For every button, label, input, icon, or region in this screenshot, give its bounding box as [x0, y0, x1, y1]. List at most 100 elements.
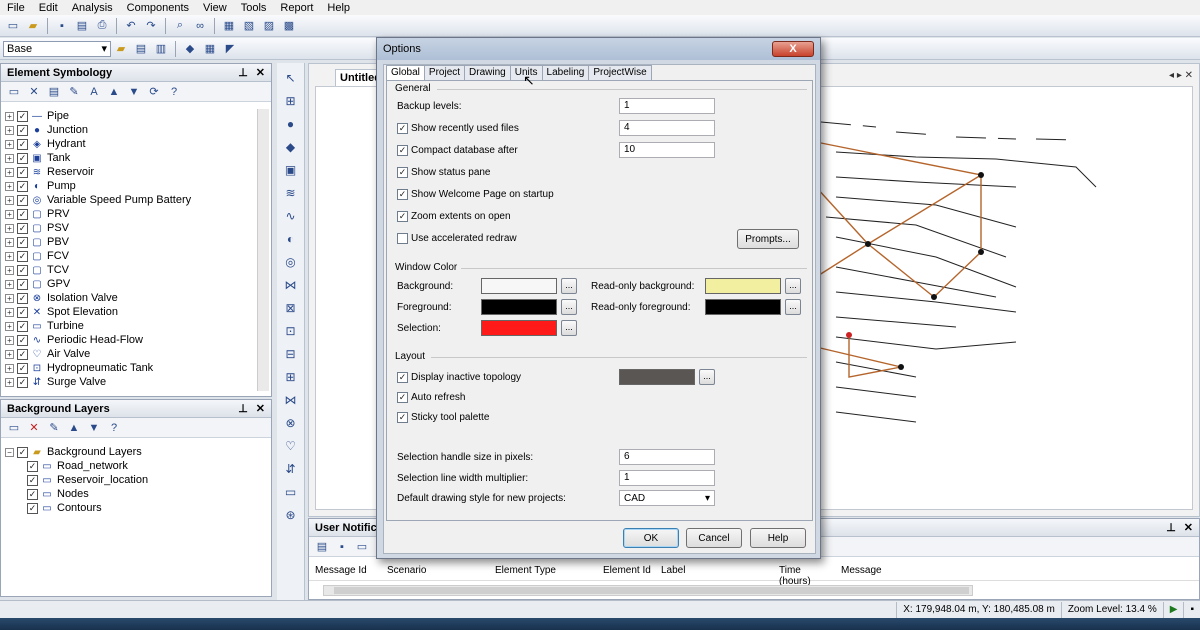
redo-icon[interactable]: ↷	[143, 18, 159, 34]
checkbox[interactable]: ✓	[27, 502, 38, 514]
expand-icon[interactable]: +	[5, 181, 14, 191]
open-folder-icon[interactable]: ▰	[25, 18, 41, 34]
prompts-button[interactable]: Prompts...	[737, 229, 799, 249]
checkbox[interactable]: ✓	[17, 138, 28, 150]
checkbox[interactable]: ✓	[17, 222, 28, 234]
element-icon[interactable]: ◆	[182, 41, 198, 57]
layers-root[interactable]: − ✓ ▰ Background Layers	[5, 445, 265, 459]
checkbox[interactable]: ✓	[17, 166, 28, 178]
expand-icon[interactable]: +	[5, 153, 14, 163]
checkbox[interactable]: ✓	[17, 194, 28, 206]
new-icon[interactable]: ▭	[6, 84, 22, 100]
checkbox[interactable]: ✓	[17, 208, 28, 220]
expand-icon[interactable]: +	[5, 167, 14, 177]
prv-tool-icon[interactable]: ⊠	[285, 301, 295, 315]
surge-tool-icon[interactable]: ⇵	[285, 462, 295, 476]
layer-item[interactable]: ✓ ▭ Nodes	[5, 487, 265, 501]
menu-edit[interactable]: Edit	[32, 2, 65, 14]
folder-icon[interactable]: ▰	[113, 41, 129, 57]
checkbox[interactable]: ✓	[17, 446, 28, 458]
background-color-picker-button[interactable]: ...	[561, 278, 577, 294]
checkbox-box[interactable]: ✓	[397, 123, 408, 134]
menu-analysis[interactable]: Analysis	[65, 2, 120, 14]
scrollbar-thumb[interactable]	[334, 587, 969, 594]
expand-icon[interactable]: +	[5, 251, 14, 261]
vspb-tool-icon[interactable]: ◎	[285, 255, 295, 269]
checkbox[interactable]: ✓	[17, 110, 28, 122]
symbology-item[interactable]: + ✓ ◈ Hydrant	[5, 137, 257, 151]
layout-tool-icon[interactable]: ⊞	[285, 94, 295, 108]
background-color-swatch[interactable]	[481, 278, 557, 294]
ro-background-picker-button[interactable]: ...	[785, 278, 801, 294]
compact-database-field[interactable]: 10	[619, 142, 715, 158]
ro-background-swatch[interactable]	[705, 278, 781, 294]
close-icon[interactable]: ✕	[1184, 521, 1193, 534]
graph-icon[interactable]: ◤	[222, 41, 238, 57]
symbology-item[interactable]: + ✓ ▢ PBV	[5, 235, 257, 249]
menu-tools[interactable]: Tools	[234, 2, 274, 14]
checkbox[interactable]: ✓	[17, 348, 28, 360]
column-header[interactable]: Element Id	[597, 565, 655, 580]
line-width-field[interactable]: 1	[619, 470, 715, 486]
symbology-item[interactable]: + ✓ ◐ Pump	[5, 179, 257, 193]
expand-icon[interactable]: +	[5, 349, 14, 359]
pin-icon[interactable]: ⊥	[238, 66, 248, 79]
inactive-topology-color-swatch[interactable]	[619, 369, 695, 385]
checkbox-box[interactable]: ✓	[397, 167, 408, 178]
checkbox-box[interactable]: ✓	[397, 145, 408, 156]
move-down-icon[interactable]: ▼	[126, 84, 142, 100]
page-setup-icon[interactable]: ▤	[74, 18, 90, 34]
ro-foreground-swatch[interactable]	[705, 299, 781, 315]
ro-foreground-picker-button[interactable]: ...	[785, 299, 801, 315]
reservoir-tool-icon[interactable]: ≋	[285, 186, 295, 200]
move-down-icon[interactable]: ▼	[86, 420, 102, 436]
expand-icon[interactable]: +	[5, 307, 14, 317]
help-icon[interactable]: ?	[166, 84, 182, 100]
checkbox[interactable]: ✓	[17, 292, 28, 304]
checkbox[interactable]: ✓	[27, 460, 38, 472]
expand-icon[interactable]: +	[5, 335, 14, 345]
symbology-item[interactable]: + ✓ ∿ Periodic Head-Flow	[5, 333, 257, 347]
expand-icon[interactable]: +	[5, 111, 14, 121]
expand-icon[interactable]: +	[5, 209, 14, 219]
help-button[interactable]: Help	[750, 528, 806, 548]
handle-size-field[interactable]: 6	[619, 449, 715, 465]
checkbox-box[interactable]: ✓	[397, 412, 408, 423]
menu-report[interactable]: Report	[273, 2, 320, 14]
move-up-icon[interactable]: ▲	[66, 420, 82, 436]
dialog-close-button[interactable]: X	[772, 41, 814, 57]
zoom-extents-checkbox[interactable]: ✓ Zoom extents on open	[397, 211, 511, 222]
column-header[interactable]: Message Id	[309, 565, 381, 580]
new-file-icon[interactable]: ▭	[5, 18, 21, 34]
symbology-item[interactable]: + ✓ ▢ FCV	[5, 249, 257, 263]
save-icon[interactable]: ▪	[334, 539, 350, 555]
checkbox[interactable]: ✓	[17, 334, 28, 346]
notifications-scrollbar[interactable]	[323, 585, 973, 596]
checkbox-box[interactable]: ✓	[397, 392, 408, 403]
menu-help[interactable]: Help	[320, 2, 357, 14]
print-icon[interactable]: ⎙	[94, 18, 110, 34]
accelerated-redraw-checkbox[interactable]: Use accelerated redraw	[397, 233, 517, 244]
checkbox[interactable]: ✓	[17, 278, 28, 290]
foreground-color-picker-button[interactable]: ...	[561, 299, 577, 315]
tcv-tool-icon[interactable]: ⊞	[285, 370, 295, 384]
layer-item[interactable]: ✓ ▭ Reservoir_location	[5, 473, 265, 487]
recent-files-checkbox[interactable]: ✓ Show recently used files	[397, 123, 519, 134]
symbology-item[interactable]: + ✓ ▢ PRV	[5, 207, 257, 221]
spot-elevation-tool-icon[interactable]: ⊛	[285, 508, 295, 522]
symbology-scrollbar[interactable]	[257, 109, 269, 391]
selection-color-picker-button[interactable]: ...	[561, 320, 577, 336]
isolation-tool-icon[interactable]: ⊗	[285, 416, 295, 430]
compute-icon[interactable]: ▩	[281, 18, 297, 34]
symbology-item[interactable]: + ✓ ▢ TCV	[5, 263, 257, 277]
psv-tool-icon[interactable]: ⊡	[285, 324, 295, 338]
fcv-tool-icon[interactable]: ⊟	[285, 347, 295, 361]
export-icon[interactable]: ▤	[314, 539, 330, 555]
expand-icon[interactable]: +	[5, 195, 14, 205]
annotation-icon[interactable]: A	[86, 84, 102, 100]
checkbox[interactable]: ✓	[17, 250, 28, 262]
dialog-titlebar[interactable]: Options X	[377, 38, 820, 60]
drawing-style-select[interactable]: CAD ▾	[619, 490, 715, 506]
checkbox-box[interactable]: ✓	[397, 372, 408, 383]
expand-icon[interactable]: +	[5, 377, 14, 387]
